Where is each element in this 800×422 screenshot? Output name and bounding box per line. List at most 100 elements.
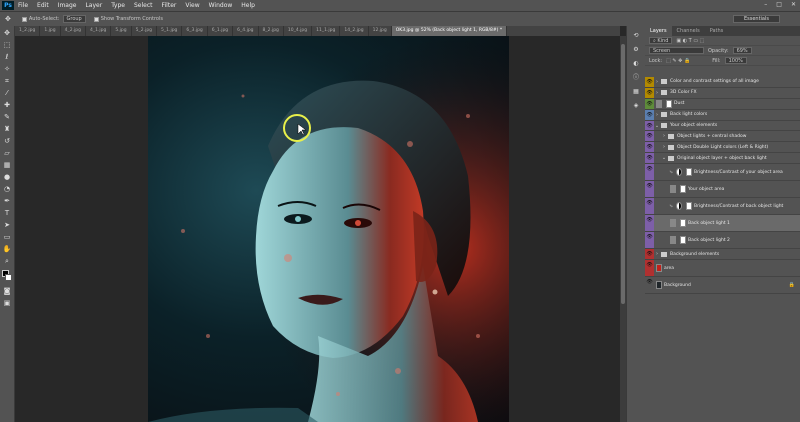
layer-row[interactable]: 👁 › Back light colors (645, 109, 800, 121)
move-tool-icon[interactable]: ✥ (5, 15, 11, 23)
healing-brush-icon[interactable]: ✚ (3, 101, 12, 110)
screen-mode-icon[interactable]: ▣ (3, 299, 12, 308)
close-icon[interactable]: ✕ (791, 1, 796, 8)
auto-select-dropdown[interactable]: Group (62, 15, 86, 23)
marquee-icon[interactable]: ⬚ (3, 41, 12, 50)
layer-row[interactable]: 👁 Back object light 1 (645, 215, 800, 233)
menu-item-type[interactable]: Type (111, 2, 125, 9)
eyedropper-icon[interactable]: ⁄ (3, 89, 12, 98)
layer-thumbnail[interactable] (656, 281, 662, 290)
expand-arrow-icon[interactable]: › (654, 112, 660, 118)
background-color-swatch[interactable] (5, 274, 12, 281)
tab-channels[interactable]: Channels (672, 26, 705, 36)
layer-mask-thumbnail[interactable] (680, 185, 686, 194)
menu-item-image[interactable]: Image (58, 2, 77, 9)
document-tab[interactable]: 10_4.jpg (284, 26, 313, 36)
minimize-icon[interactable]: – (764, 1, 767, 8)
document-tab[interactable]: 1_2.jpg (15, 26, 41, 36)
brush-icon[interactable]: ✎ (3, 113, 12, 122)
fill-value[interactable]: 100% (724, 57, 747, 64)
layer-mask-thumbnail[interactable] (680, 219, 686, 228)
properties-panel-icon[interactable]: ⚙ (631, 46, 641, 54)
type-icon[interactable]: T (3, 209, 12, 218)
document-tab[interactable]: 14_2.jpg (340, 26, 369, 36)
document-tab[interactable]: 4_1.jpg (86, 26, 112, 36)
layer-row[interactable]: 👁 › Color and contrast settings of all ima… (645, 77, 800, 88)
hand-icon[interactable]: ✋ (3, 245, 12, 254)
menu-item-view[interactable]: View (185, 2, 199, 9)
menu-item-help[interactable]: Help (241, 2, 255, 9)
document-tab[interactable]: 5.jpg (111, 26, 132, 36)
layer-row[interactable]: 👁 ⌄ Original object layer + object back li… (645, 153, 800, 165)
layer-mask-thumbnail[interactable] (686, 168, 692, 177)
expand-arrow-icon[interactable]: › (661, 144, 667, 150)
expand-arrow-icon[interactable]: › (661, 133, 667, 139)
expand-arrow-icon[interactable]: › (654, 79, 660, 85)
swatches-panel-icon[interactable]: ▦ (631, 88, 641, 96)
layer-row[interactable]: 👁 › Background elements (645, 249, 800, 261)
shape-icon[interactable]: ▭ (3, 233, 12, 242)
quick-mask-icon[interactable]: ◙ (3, 287, 12, 296)
layer-row[interactable]: 👁 ⌄ Your object elements (645, 120, 800, 132)
document-tab[interactable]: 1.jpg (40, 26, 61, 36)
visibility-eye-icon[interactable]: 👁 (645, 232, 654, 249)
dodge-icon[interactable]: ◔ (3, 185, 12, 194)
document-tab[interactable]: 11_1.jpg (312, 26, 341, 36)
visibility-eye-icon[interactable]: 👁 (645, 109, 654, 120)
menu-item-window[interactable]: Window (209, 2, 233, 9)
scrollbar-thumb[interactable] (621, 44, 625, 304)
document-tab[interactable]: 5_2.jpg (132, 26, 158, 36)
layer-thumbnail[interactable] (670, 236, 676, 245)
maximize-icon[interactable]: □ (776, 1, 782, 8)
visibility-eye-icon[interactable]: 👁 (645, 164, 654, 181)
visibility-eye-icon[interactable]: 👁 (645, 249, 654, 260)
auto-select-checkbox[interactable] (21, 16, 27, 22)
visibility-eye-icon[interactable]: 👁 (645, 181, 654, 198)
layer-row[interactable]: 👁 Back object light 2 (645, 232, 800, 250)
magic-wand-icon[interactable]: ✧ (3, 65, 12, 74)
pen-icon[interactable]: ✒ (3, 197, 12, 206)
history-brush-icon[interactable]: ↺ (3, 137, 12, 146)
visibility-eye-icon[interactable]: 👁 (645, 120, 654, 131)
menu-item-file[interactable]: File (18, 2, 28, 9)
menu-item-edit[interactable]: Edit (37, 2, 49, 9)
layer-row[interactable]: 👁 Background 🔒 (645, 277, 800, 295)
expand-arrow-icon[interactable]: ⌄ (654, 123, 660, 129)
expand-arrow-icon[interactable]: ⌄ (661, 155, 667, 161)
layer-thumbnail[interactable] (670, 219, 676, 228)
document-tab[interactable]: 4_2.jpg (61, 26, 87, 36)
visibility-eye-icon[interactable]: 👁 (645, 215, 654, 232)
document-tab[interactable]: 8_2.jpg (259, 26, 284, 36)
document-tab[interactable]: 5_1.jpg (157, 26, 183, 36)
tab-layers[interactable]: Layers (645, 26, 672, 36)
layer-thumbnail[interactable] (656, 264, 662, 273)
layer-row[interactable]: 👁 ⤷ Brightness/Contrast of back object lig… (645, 198, 800, 216)
blend-mode-dropdown[interactable]: Screen (649, 47, 704, 54)
visibility-eye-icon[interactable]: 👁 (645, 131, 654, 142)
document-tab[interactable]: 6_1.jpg (208, 26, 234, 36)
workspace-dropdown[interactable]: Essentials (732, 15, 780, 23)
opacity-value[interactable]: 69% (732, 47, 752, 54)
document-tab[interactable]: 6_4.jpg (233, 26, 259, 36)
layer-row[interactable]: 👁 › 3D Color FX (645, 87, 800, 99)
color-swatches[interactable] (0, 270, 14, 284)
layer-row[interactable]: 👁 › Object lights + central shadow (645, 131, 800, 143)
layer-mask-thumbnail[interactable] (666, 99, 672, 108)
adjustments-panel-icon[interactable]: ◐ (631, 60, 641, 68)
menu-item-select[interactable]: Select (134, 2, 153, 9)
lasso-icon[interactable]: ℓ (3, 53, 12, 62)
eraser-icon[interactable]: ▱ (3, 149, 12, 158)
visibility-eye-icon[interactable]: 👁 (645, 142, 654, 153)
filter-icons[interactable]: ▣ ◐ T ▭ ⬚ (676, 38, 704, 44)
path-selection-icon[interactable]: ➤ (3, 221, 12, 230)
history-panel-icon[interactable]: ⟲ (631, 32, 641, 40)
blur-icon[interactable]: ● (3, 173, 12, 182)
visibility-eye-icon[interactable]: 👁 (645, 153, 654, 164)
document-tab[interactable]: 6_3.jpg (182, 26, 208, 36)
visibility-eye-icon[interactable]: 👁 (645, 87, 654, 98)
crop-icon[interactable]: ⌗ (3, 77, 12, 86)
lock-icons[interactable]: ⬚ ✎ ✥ 🔒 (666, 58, 690, 64)
visibility-eye-icon[interactable]: 👁 (645, 77, 654, 87)
visibility-eye-icon[interactable]: 👁 (645, 198, 654, 215)
layer-row[interactable]: 👁 › Object Double Light colors (Left & Rig… (645, 142, 800, 154)
